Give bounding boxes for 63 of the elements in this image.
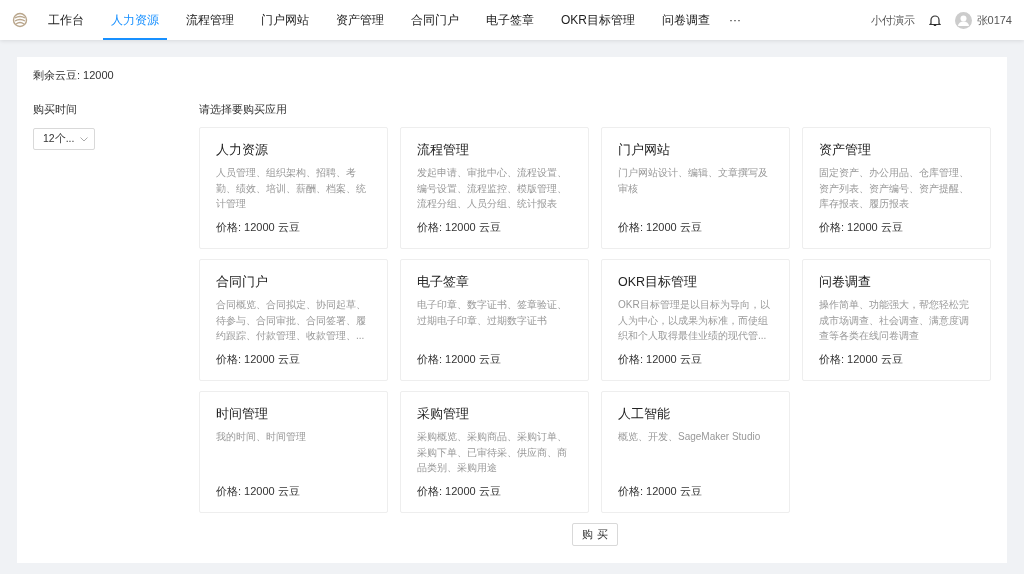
app-description: 操作简单、功能强大，帮您轻松完成市场调查、社会调查、满意度调查等各类在线问卷调查 (819, 298, 970, 343)
app-title: 采购管理 (417, 406, 470, 423)
app-description: OKR目标管理是以目标为导向，以人为中心，以成果为标准，而使组织和个人取得最佳业绩的现代管... (618, 298, 771, 343)
chevron-down-icon (80, 136, 88, 142)
app-price: 价格: 12000 云豆 (819, 352, 904, 367)
period-label: 购买时间 (33, 102, 78, 117)
app-description: 门户网站设计、编辑、文章撰写及审核 (618, 166, 769, 196)
nav-tab[interactable]: 问卷调查 (654, 0, 718, 40)
app-title: 流程管理 (417, 142, 470, 159)
app-description: 发起申请、审批中心、流程设置、编号设置、流程监控、模版管理、流程分组、人员分组、统计报表 (417, 166, 568, 211)
app-card[interactable]: 采购管理 采购概览、采购商品、采购订单、采购下单、已审待采、供应商、商品类别、采购用途 价格: 12000 云豆 (400, 391, 589, 513)
app-description: 合同概览、合同拟定、协同起草、待参与、合同审批、合同签署、履约跟踪、付款管理、收款管理、... (216, 298, 367, 343)
app-card[interactable]: 电子签章 电子印章、数字证书、签章验证、过期电子印章、过期数字证书 价格: 12000 云豆 (400, 259, 589, 381)
app-card[interactable]: 时间管理 我的时间、时间管理 价格: 12000 云豆 (199, 391, 388, 513)
app-card[interactable]: 门户网站 门户网站设计、编辑、文章撰写及审核 价格: 12000 云豆 (601, 127, 790, 249)
app-price: 价格: 12000 云豆 (618, 352, 703, 367)
app-title: 人工智能 (618, 406, 671, 423)
app-title: 合同门户 (216, 274, 269, 291)
nav-tab[interactable]: 工作台 (40, 0, 92, 40)
app-price: 价格: 12000 云豆 (417, 484, 502, 499)
app-card[interactable]: 合同门户 合同概览、合同拟定、协同起草、待参与、合同审批、合同签署、履约跟踪、付款管理、收款管理、... 价格: 12000 云豆 (199, 259, 388, 381)
app-description: 电子印章、数字证书、签章验证、过期电子印章、过期数字证书 (417, 298, 568, 328)
app-price: 价格: 12000 云豆 (417, 220, 502, 235)
apps-label: 请选择要购买应用 (199, 102, 288, 117)
nav-tab[interactable]: OKR目标管理 (553, 0, 643, 40)
app-title: 门户网站 (618, 142, 671, 159)
app-title: 人力资源 (216, 142, 269, 159)
nav-tab[interactable]: 流程管理 (178, 0, 242, 40)
app-card[interactable]: 问卷调查 操作简单、功能强大，帮您轻松完成市场调查、社会调查、满意度调查等各类在线问卷调查 价格: 12000 云豆 (802, 259, 991, 381)
nav-tab[interactable]: 电子签章 (478, 0, 542, 40)
nav-tab[interactable]: 门户网站 (253, 0, 317, 40)
buy-button[interactable]: 购 买 (572, 523, 618, 546)
user-name[interactable]: 张0174 (976, 12, 1012, 28)
app-description: 人员管理、组织架构、招聘、考勤、绩效、培训、薪酬、档案、统计管理 (216, 166, 367, 211)
period-select[interactable]: 12个... (33, 128, 95, 150)
bell-icon[interactable] (928, 13, 941, 27)
app-price: 价格: 12000 云豆 (216, 220, 301, 235)
app-description: 我的时间、时间管理 (216, 430, 307, 444)
app-title: 电子签章 (417, 274, 470, 291)
app-price: 价格: 12000 云豆 (618, 220, 703, 235)
app-card[interactable]: 人力资源 人员管理、组织架构、招聘、考勤、绩效、培训、薪酬、档案、统计管理 价格: 12000 云豆 (199, 127, 388, 249)
app-description: 概览、开发、SageMaker Studio (618, 430, 762, 444)
org-name[interactable]: 小付演示 (870, 12, 915, 28)
app-price: 价格: 12000 云豆 (819, 220, 904, 235)
app-card[interactable]: 资产管理 固定资产、办公用品、仓库管理、资产列表、资产编号、资产提醒、库存报表、履历报表 价格: 12000 云豆 (802, 127, 991, 249)
app-title: 资产管理 (819, 142, 872, 159)
app-description: 固定资产、办公用品、仓库管理、资产列表、资产编号、资产提醒、库存报表、履历报表 (819, 166, 970, 211)
app-price: 价格: 12000 云豆 (216, 352, 301, 367)
logo-icon (12, 12, 28, 28)
app-card[interactable]: 流程管理 发起申请、审批中心、流程设置、编号设置、流程监控、模版管理、流程分组、人员分组、统计报表 价格: 12000 云豆 (400, 127, 589, 249)
app-price: 价格: 12000 云豆 (216, 484, 301, 499)
app-description: 采购概览、采购商品、采购订单、采购下单、已审待采、供应商、商品类别、采购用途 (417, 430, 568, 475)
app-price: 价格: 12000 云豆 (417, 352, 502, 367)
nav-tab[interactable]: 资产管理 (328, 0, 392, 40)
more-menu[interactable]: ··· (729, 0, 749, 40)
app-title: 问卷调查 (819, 274, 872, 291)
app-card[interactable]: OKR目标管理 OKR目标管理是以目标为导向，以人为中心，以成果为标准，而使组织和个人取得最佳业绩的现代管... 价格: 12000 云豆 (601, 259, 790, 381)
app-title: OKR目标管理 (618, 274, 699, 291)
balance-text: 剩余云豆: 12000 (33, 68, 115, 83)
app-price: 价格: 12000 云豆 (618, 484, 703, 499)
app-card[interactable]: 人工智能 概览、开发、SageMaker Studio 价格: 12000 云豆 (601, 391, 790, 513)
nav-tab[interactable]: 合同门户 (403, 0, 467, 40)
app-title: 时间管理 (216, 406, 269, 423)
